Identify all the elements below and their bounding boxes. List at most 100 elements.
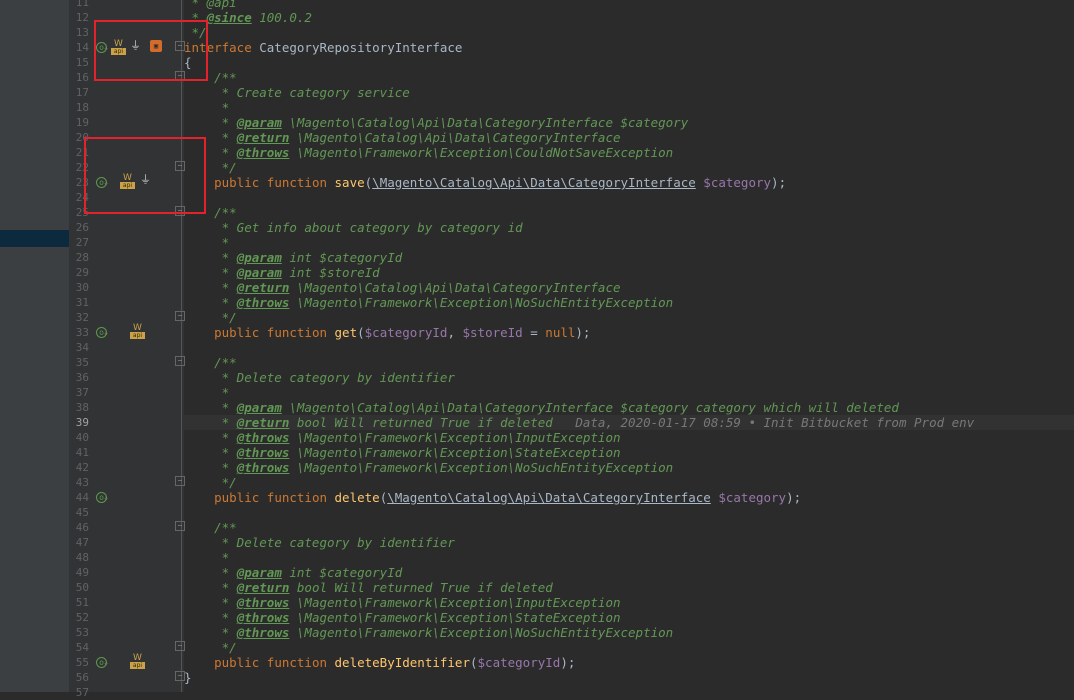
line-number[interactable]: 14	[69, 40, 89, 55]
line-number[interactable]: 33	[69, 325, 89, 340]
line-number[interactable]: 28	[69, 250, 89, 265]
down-arrow-icon[interactable]: ↓	[103, 327, 109, 338]
code-line-30[interactable]: * @return \Magento\Catalog\Api\Data\Cate…	[184, 280, 621, 295]
down-arrow-icon[interactable]: ↓	[103, 492, 109, 503]
doc-tag: @return	[236, 130, 290, 145]
function-name[interactable]: deleteByIdentifier	[327, 655, 470, 670]
code-line-31[interactable]: * @throws \Magento\Framework\Exception\N…	[184, 295, 674, 310]
line-number[interactable]: 15	[69, 55, 89, 70]
line-number[interactable]: 17	[69, 85, 89, 100]
type-hint[interactable]: \Magento\Catalog\Api\Data\CategoryInterf…	[387, 490, 711, 505]
code-line-29[interactable]: * @param int $storeId	[184, 265, 380, 280]
code-line-32[interactable]: */	[184, 310, 237, 325]
code-line-50[interactable]: * @return bool Will returned True if del…	[184, 580, 553, 595]
fold-toggle-icon[interactable]: −	[175, 356, 185, 366]
line-number[interactable]: 18	[69, 100, 89, 115]
code-line-49[interactable]: * @param int $categoryId	[184, 565, 403, 580]
code-line-52[interactable]: * @throws \Magento\Framework\Exception\S…	[184, 610, 621, 625]
line-number[interactable]: 51	[69, 595, 89, 610]
code-line-26[interactable]: * Get info about category by category id	[184, 220, 523, 235]
code-line-48[interactable]: *	[184, 550, 230, 565]
code-line-21[interactable]: * @throws \Magento\Framework\Exception\C…	[184, 145, 674, 160]
line-number[interactable]: 47	[69, 535, 89, 550]
line-number[interactable]: 27	[69, 235, 89, 250]
project-tree-selected-row[interactable]	[0, 230, 69, 247]
line-number[interactable]: 50	[69, 580, 89, 595]
code-line-20[interactable]: * @return \Magento\Catalog\Api\Data\Cate…	[184, 130, 621, 145]
line-number[interactable]: 56	[69, 670, 89, 685]
code-line-43[interactable]: */	[184, 475, 237, 490]
code-line-41[interactable]: * @throws \Magento\Framework\Exception\S…	[184, 445, 621, 460]
line-number[interactable]: 45	[69, 505, 89, 520]
fold-toggle-icon[interactable]: −	[175, 641, 185, 651]
fold-toggle-icon[interactable]: −	[175, 671, 185, 681]
api-badge-icon[interactable]: Wapi	[130, 323, 145, 340]
code-line-44[interactable]: public function delete(\Magento\Catalog\…	[184, 490, 801, 505]
git-blame-annotation[interactable]: Data, 2020-01-17 08:59 • Init Bitbucket …	[553, 415, 974, 430]
code-line-54[interactable]: */	[184, 640, 237, 655]
code-line-19[interactable]: * @param \Magento\Catalog\Api\Data\Categ…	[184, 115, 689, 130]
code-line-36[interactable]: * Delete category by identifier	[184, 370, 455, 385]
line-number[interactable]: 46	[69, 520, 89, 535]
line-number[interactable]: 39	[69, 415, 89, 430]
line-number[interactable]: 26	[69, 220, 89, 235]
code-line-55[interactable]: public function deleteByIdentifier($cate…	[184, 655, 575, 670]
down-arrow-icon[interactable]: ↓	[103, 657, 109, 668]
code-line-11[interactable]: * @api	[184, 0, 237, 10]
line-number[interactable]: 16	[69, 70, 89, 85]
doc-text: *	[184, 385, 230, 400]
line-number[interactable]: 31	[69, 295, 89, 310]
line-number[interactable]: 36	[69, 370, 89, 385]
line-number[interactable]: 57	[69, 685, 89, 700]
code-line-39[interactable]: * @return bool Will returned True if del…	[184, 415, 1074, 430]
function-name[interactable]: save	[327, 175, 365, 190]
line-number[interactable]: 29	[69, 265, 89, 280]
api-badge-icon[interactable]: Wapi	[130, 653, 145, 670]
line-number[interactable]: 13	[69, 25, 89, 40]
line-number[interactable]: 42	[69, 460, 89, 475]
line-number[interactable]: 41	[69, 445, 89, 460]
code-line-42[interactable]: * @throws \Magento\Framework\Exception\N…	[184, 460, 674, 475]
line-number[interactable]: 44	[69, 490, 89, 505]
line-number[interactable]: 52	[69, 610, 89, 625]
line-number[interactable]: 12	[69, 10, 89, 25]
line-number[interactable]: 48	[69, 550, 89, 565]
fold-toggle-icon[interactable]: −	[175, 311, 185, 321]
code-line-40[interactable]: * @throws \Magento\Framework\Exception\I…	[184, 430, 621, 445]
doc-tag: @throws	[236, 595, 290, 610]
function-name[interactable]: delete	[327, 490, 380, 505]
line-number[interactable]: 11	[69, 0, 89, 10]
line-number[interactable]: 34	[69, 340, 89, 355]
code-line-28[interactable]: * @param int $categoryId	[184, 250, 403, 265]
line-number[interactable]: 55	[69, 655, 89, 670]
line-number[interactable]: 54	[69, 640, 89, 655]
function-name[interactable]: get	[327, 325, 358, 340]
code-line-56[interactable]: }	[184, 670, 192, 685]
code-line-23[interactable]: public function save(\Magento\Catalog\Ap…	[184, 175, 786, 190]
code-line-51[interactable]: * @throws \Magento\Framework\Exception\I…	[184, 595, 621, 610]
line-number[interactable]: 19	[69, 115, 89, 130]
type-hint[interactable]: \Magento\Catalog\Api\Data\CategoryInterf…	[372, 175, 696, 190]
line-number[interactable]: 49	[69, 565, 89, 580]
line-number[interactable]: 35	[69, 355, 89, 370]
code-line-17[interactable]: * Create category service	[184, 85, 410, 100]
code-line-33[interactable]: public function get($categoryId, $storeI…	[184, 325, 590, 340]
code-line-37[interactable]: *	[184, 385, 230, 400]
line-number[interactable]: 37	[69, 385, 89, 400]
fold-toggle-icon[interactable]: −	[175, 476, 185, 486]
line-number[interactable]: 38	[69, 400, 89, 415]
line-number[interactable]: 40	[69, 430, 89, 445]
line-number[interactable]: 30	[69, 280, 89, 295]
code-line-46[interactable]: /**	[184, 520, 237, 535]
line-number[interactable]: 43	[69, 475, 89, 490]
code-line-14[interactable]: interface CategoryRepositoryInterface	[184, 40, 462, 55]
code-line-47[interactable]: * Delete category by identifier	[184, 535, 455, 550]
fold-toggle-icon[interactable]: −	[175, 521, 185, 531]
line-number[interactable]: 53	[69, 625, 89, 640]
code-line-27[interactable]: *	[184, 235, 230, 250]
line-number[interactable]: 32	[69, 310, 89, 325]
code-line-38[interactable]: * @param \Magento\Catalog\Api\Data\Categ…	[184, 400, 899, 415]
code-line-53[interactable]: * @throws \Magento\Framework\Exception\N…	[184, 625, 674, 640]
code-line-35[interactable]: /**	[184, 355, 237, 370]
code-line-18[interactable]: *	[184, 100, 230, 115]
